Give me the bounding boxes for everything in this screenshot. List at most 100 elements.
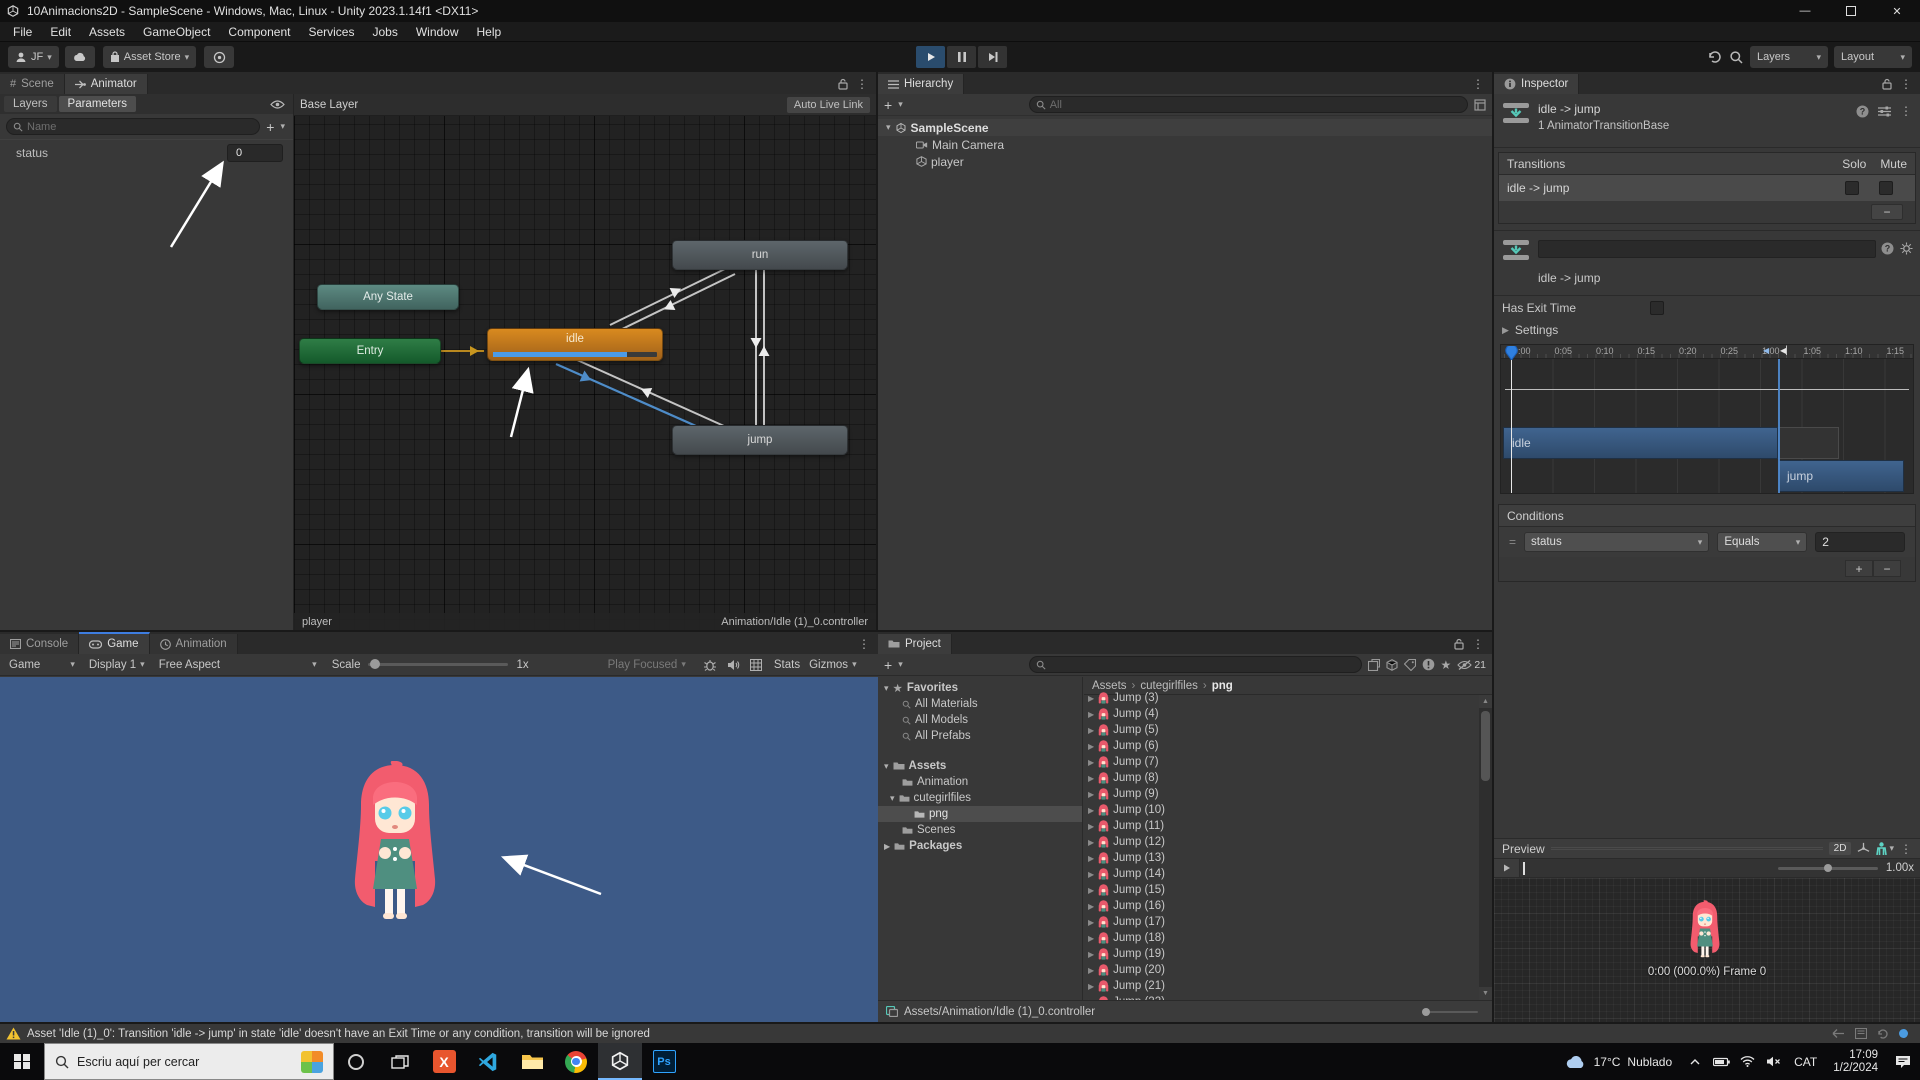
expand-arrow-icon[interactable]: ▶ (1088, 966, 1094, 975)
playhead-pin-icon[interactable] (1505, 346, 1518, 360)
transition-time-marker[interactable] (1778, 359, 1780, 493)
drag-handle-icon[interactable]: = (1509, 535, 1516, 549)
expand-arrow-icon[interactable]: ▶ (1088, 870, 1094, 879)
search-highlight-icon[interactable] (301, 1051, 323, 1073)
undo-history-icon[interactable] (1707, 49, 1723, 65)
tab-hierarchy[interactable]: Hierarchy (878, 74, 964, 94)
transition-start-marker-icon[interactable]: ◀ (1763, 346, 1769, 355)
taskbar-app-chrome[interactable] (554, 1043, 598, 1080)
project-file-row[interactable]: ▶ Jump (11) (1084, 818, 1479, 834)
preview-viewport[interactable]: 0:00 (000.0%) Frame 0 (1494, 878, 1920, 1022)
expand-arrow-icon[interactable]: ▶ (1088, 742, 1094, 751)
menu-assets[interactable]: Assets (80, 25, 134, 39)
project-scrollbar[interactable]: ▲ ▼ (1479, 695, 1492, 1000)
clock-widget[interactable]: 17:09 1/2/2024 (1825, 1049, 1886, 1075)
tab-scene[interactable]: #Scene (0, 74, 65, 94)
condition-value-field[interactable]: 2 (1815, 532, 1905, 552)
project-search-input[interactable] (1029, 656, 1362, 673)
timeline-jump-bar[interactable]: jump (1778, 460, 1904, 492)
tree-all-prefabs[interactable]: All Prefabs (878, 728, 1082, 744)
preview-speed-slider[interactable] (1778, 867, 1878, 870)
hierarchy-search-input[interactable]: All (1029, 96, 1468, 113)
help-icon[interactable]: ? (1856, 105, 1869, 118)
cloud-button[interactable] (65, 46, 95, 68)
scroll-up-icon[interactable]: ▲ (1479, 695, 1492, 708)
tab-inspector[interactable]: Inspector (1494, 74, 1579, 94)
tree-favorites[interactable]: ▾★Favorites (878, 680, 1082, 696)
scrollbar-thumb[interactable] (1481, 711, 1490, 781)
scroll-down-icon[interactable]: ▼ (1479, 987, 1492, 1000)
menu-component[interactable]: Component (219, 25, 299, 39)
timeline-ruler[interactable]: 0:000:050:100:150:200:251:001:051:101:15 (1501, 345, 1913, 359)
expand-arrow-icon[interactable]: ▶ (1088, 806, 1094, 815)
weather-widget[interactable]: 17°C Nublado (1555, 1055, 1683, 1069)
project-file-row[interactable]: ▶ Jump (7) (1084, 754, 1479, 770)
lock-icon[interactable] (1882, 78, 1892, 90)
expand-arrow-icon[interactable]: ▶ (1088, 710, 1094, 719)
tab-console[interactable]: Console (0, 634, 79, 654)
preview-2d-button[interactable]: 2D (1829, 842, 1852, 855)
close-button[interactable]: ✕ (1874, 0, 1920, 22)
state-idle[interactable]: idle (487, 328, 663, 361)
project-file-row[interactable]: ▶ Jump (20) (1084, 962, 1479, 978)
start-button[interactable] (0, 1043, 44, 1080)
keyboard-language[interactable]: CAT (1786, 1055, 1825, 1069)
expand-arrow-icon[interactable]: ▶ (1088, 774, 1094, 783)
tree-animation-folder[interactable]: Animation (878, 774, 1082, 790)
expand-arrow-icon[interactable]: ▶ (1088, 726, 1094, 735)
tree-scenes-folder[interactable]: Scenes (878, 822, 1082, 838)
layers-dropdown[interactable]: Layers▾ (1750, 46, 1828, 68)
search-icon[interactable] (1729, 50, 1744, 65)
project-file-row[interactable]: ▶ Jump (13) (1084, 850, 1479, 866)
presets-icon[interactable] (1878, 106, 1891, 117)
maximize-button[interactable] (1828, 0, 1874, 22)
action-center-icon[interactable] (1886, 1043, 1920, 1080)
preview-play-button[interactable] (1494, 859, 1520, 877)
inspector-menu-icon[interactable]: ⋮ (1900, 77, 1912, 91)
play-button[interactable] (916, 46, 945, 68)
taskbar-app-x[interactable]: X (422, 1043, 466, 1080)
bug-icon[interactable] (703, 659, 717, 671)
tree-assets[interactable]: ▾Assets (878, 758, 1082, 774)
mute-checkbox[interactable] (1879, 181, 1893, 195)
project-file-row[interactable]: ▶ Jump (21) (1084, 978, 1479, 994)
aspect-dropdown[interactable]: Free Aspect▾ (154, 659, 322, 671)
tree-png-folder-selected[interactable]: png (878, 806, 1082, 822)
avatar-preview-dropdown[interactable]: ▾ (1876, 842, 1894, 855)
preview-scrub-handle[interactable] (1523, 862, 1525, 875)
expand-arrow-icon[interactable]: ▶ (1088, 854, 1094, 863)
menu-file[interactable]: File (4, 25, 41, 39)
taskbar-app-unity-active[interactable] (598, 1043, 642, 1080)
add-condition-button[interactable]: + (1845, 560, 1873, 577)
pause-button[interactable] (947, 46, 976, 68)
audio-mute-icon[interactable] (727, 659, 740, 671)
state-entry[interactable]: Entry (299, 338, 441, 364)
project-file-row[interactable]: ▶ Jump (12) (1084, 834, 1479, 850)
add-object-caret-icon[interactable]: ▾ (898, 99, 903, 110)
tab-game[interactable]: Game (79, 632, 149, 654)
expand-arrow-icon[interactable]: ▶ (1088, 902, 1094, 911)
project-file-row[interactable]: ▶ Jump (8) (1084, 770, 1479, 786)
project-file-row[interactable]: ▶ Jump (10) (1084, 802, 1479, 818)
taskbar-app-photoshop[interactable]: Ps (642, 1043, 686, 1080)
parameters-tab[interactable]: Parameters (59, 96, 136, 112)
add-object-button[interactable]: + (884, 97, 892, 113)
label-tag-icon[interactable] (1404, 659, 1416, 671)
expand-arrow-icon[interactable]: ▶ (1088, 918, 1094, 927)
scale-slider[interactable] (368, 663, 508, 666)
menu-help[interactable]: Help (468, 25, 511, 39)
state-run[interactable]: run (672, 240, 848, 270)
game-menu-icon[interactable]: ⋮ (858, 637, 870, 651)
project-file-row[interactable]: ▶ Jump (16) (1084, 898, 1479, 914)
expand-arrow-icon[interactable]: ▶ (1088, 934, 1094, 943)
foldout-icon[interactable]: ▾ (886, 122, 891, 133)
stats-button[interactable]: Stats (774, 659, 800, 671)
tab-animator[interactable]: Animator (65, 74, 148, 94)
preview-drag-handle[interactable] (1551, 847, 1823, 850)
expand-arrow-icon[interactable]: ▶ (1088, 790, 1094, 799)
gear-icon[interactable] (1900, 242, 1913, 255)
project-file-row[interactable]: ▶ Jump (9) (1084, 786, 1479, 802)
expand-arrow-icon[interactable]: ▶ (1088, 822, 1094, 831)
wifi-icon[interactable] (1734, 1043, 1760, 1080)
hierarchy-row-player[interactable]: player (878, 153, 1492, 170)
